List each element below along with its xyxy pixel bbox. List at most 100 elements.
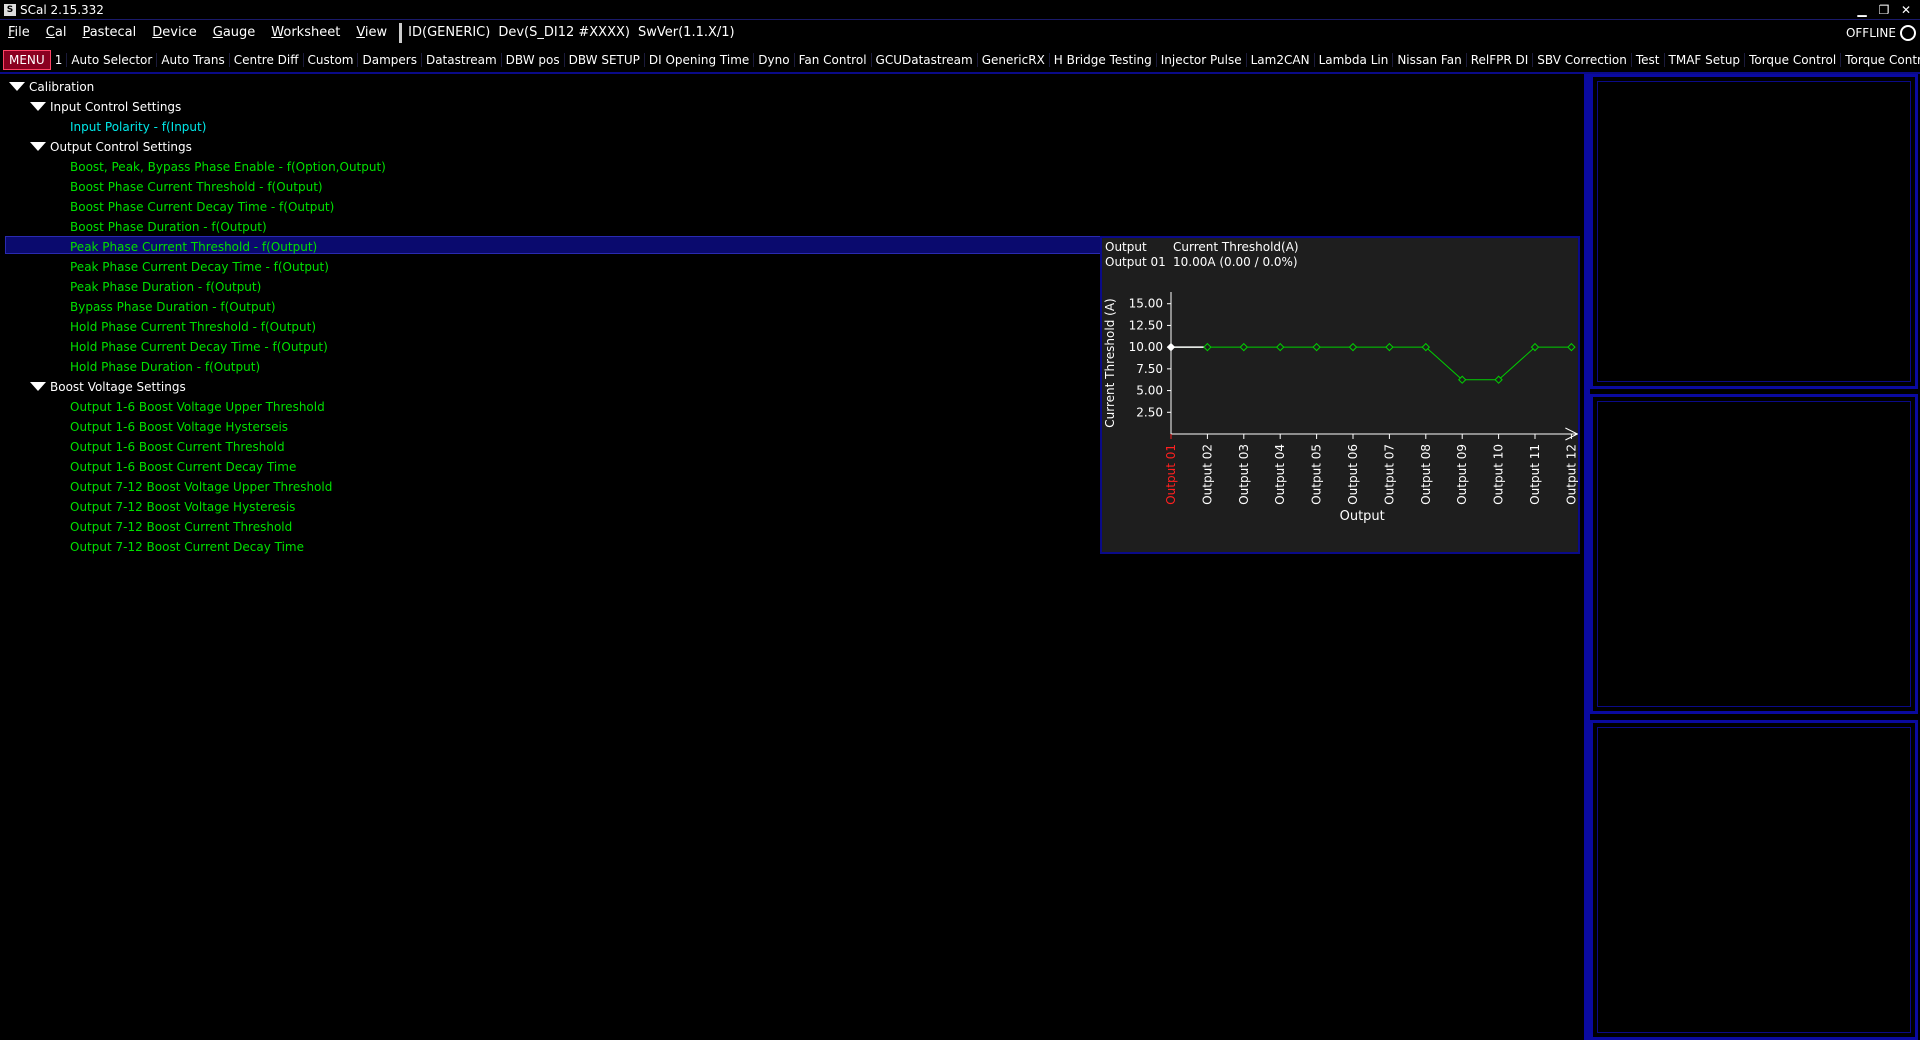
data-point	[1567, 342, 1576, 352]
tree-item[interactable]: Output 1-6 Boost Current Decay Time	[70, 458, 296, 476]
current-threshold-chart[interactable]: 2.50 5.00 7.50 10.00 12.50 15.00 Current Thres…	[1102, 238, 1578, 552]
window-title: SCal 2.15.332	[20, 2, 104, 17]
tab-item[interactable]: Dyno	[754, 53, 795, 67]
tree-item[interactable]: Output 1-6 Boost Voltage Upper Threshold	[70, 398, 325, 416]
tab-item[interactable]: Auto Selector	[67, 53, 158, 67]
menu-file[interactable]: File	[0, 25, 38, 40]
tab-item[interactable]: Fan Control	[795, 53, 872, 67]
y-tick-label: 12.50	[1129, 318, 1163, 332]
x-tick-label: Output 05	[1310, 444, 1324, 505]
x-tick-label: Output 12	[1564, 444, 1578, 505]
data-point	[1239, 342, 1249, 352]
tree-item[interactable]: Output 7-12 Boost Voltage Upper Threshol…	[70, 478, 332, 496]
tab-item[interactable]: Test	[1632, 53, 1665, 67]
x-tick-label: Output 09	[1455, 444, 1469, 505]
tree-item[interactable]: Output 7-12 Boost Voltage Hysteresis	[70, 498, 295, 516]
tab-item[interactable]: Auto Trans	[157, 53, 230, 67]
restore-icon[interactable]: ❐	[1878, 3, 1890, 17]
tab-item[interactable]: Torque Control NEW	[1841, 53, 1920, 67]
expand-triangle-icon[interactable]	[30, 382, 46, 391]
tree-group-output-control[interactable]: Output Control Settings	[50, 138, 192, 156]
tab-item[interactable]: GCUDatastream	[872, 53, 978, 67]
menu-bar: File Cal Pastecal Device Gauge Worksheet…	[0, 20, 1920, 45]
menu-device[interactable]: Device	[144, 25, 204, 40]
right-panel-top[interactable]	[1590, 74, 1918, 389]
y-axis-label: Current Threshold (A)	[1103, 298, 1117, 427]
menu-gauge[interactable]: Gauge	[205, 25, 264, 40]
tab-item[interactable]: Torque Control	[1745, 53, 1842, 67]
worksheet-tabs: MENU 1 Auto Selector Auto Trans Centre Diff…	[0, 48, 1920, 74]
tree-group-boost-voltage[interactable]: Boost Voltage Settings	[50, 378, 186, 396]
y-tick-label: 2.50	[1136, 405, 1163, 419]
menu-separator	[399, 22, 403, 43]
tab-item[interactable]: Lam2CAN	[1247, 53, 1315, 67]
tab-item[interactable]: DBW SETUP	[565, 53, 645, 67]
tab-item[interactable]: Datastream	[422, 53, 502, 67]
tab-item[interactable]: SBV Correction	[1533, 53, 1632, 67]
tree-item[interactable]: Output 1-6 Boost Voltage Hysterseis	[70, 418, 288, 436]
tree-item[interactable]: Output 7-12 Boost Current Threshold	[70, 518, 292, 536]
y-tick-label: 10.00	[1129, 340, 1163, 354]
tab-item[interactable]: TMAF Setup	[1665, 53, 1746, 67]
menu-view[interactable]: View	[348, 25, 395, 40]
tree-item[interactable]: Peak Phase Duration - f(Output)	[70, 278, 261, 296]
expand-triangle-icon[interactable]	[30, 102, 46, 111]
device-dev: Dev(S_DI12 #XXXX)	[498, 25, 630, 40]
close-icon[interactable]: ✕	[1900, 3, 1912, 17]
tab-item[interactable]: Nissan Fan	[1393, 53, 1467, 67]
expand-triangle-icon[interactable]	[9, 82, 25, 91]
tree-item[interactable]: Output 1-6 Boost Current Threshold	[70, 438, 285, 456]
tree-group-input-control[interactable]: Input Control Settings	[50, 98, 181, 116]
tree-item[interactable]: Hold Phase Duration - f(Output)	[70, 358, 260, 376]
x-tick-label: Output 02	[1200, 444, 1214, 505]
connection-status[interactable]: OFFLINE	[1845, 24, 1916, 41]
y-tick-label: 7.50	[1136, 362, 1163, 376]
x-axis-label: Output	[1340, 509, 1385, 524]
minimize-icon[interactable]: ▁	[1856, 3, 1868, 17]
tree-item[interactable]: Peak Phase Current Threshold - f(Output)	[70, 238, 317, 256]
series-line	[1171, 346, 1572, 381]
right-panel-bottom[interactable]	[1590, 720, 1918, 1040]
menu-pastecal[interactable]: Pastecal	[74, 25, 144, 40]
menu-cal[interactable]: Cal	[38, 25, 75, 40]
tab-item[interactable]: 1	[51, 53, 68, 67]
expand-triangle-icon[interactable]	[30, 142, 46, 151]
tree-item[interactable]: Bypass Phase Duration - f(Output)	[70, 298, 276, 316]
tree-item[interactable]: Hold Phase Current Decay Time - f(Output…	[70, 338, 328, 356]
tab-item[interactable]: Centre Diff	[230, 53, 304, 67]
tree-item[interactable]: Boost Phase Current Decay Time - f(Outpu…	[70, 198, 334, 216]
chart-panel: Output Current Threshold(A) Output 01 10.0…	[1100, 236, 1580, 554]
tab-item[interactable]: DI Opening Time	[645, 53, 755, 67]
app-icon: S	[4, 3, 16, 16]
tree-item[interactable]: Input Polarity - f(Input)	[70, 118, 206, 136]
right-panel-middle[interactable]	[1590, 394, 1918, 714]
x-tick-label: Output 04	[1273, 444, 1287, 505]
data-point	[1312, 342, 1321, 352]
tab-item[interactable]: RelFPR DI	[1467, 53, 1534, 67]
status-label: OFFLINE	[1845, 25, 1896, 40]
x-tick-label: Output 07	[1382, 444, 1396, 505]
tab-item[interactable]: Dampers	[358, 53, 422, 67]
menu-worksheet[interactable]: Worksheet	[263, 25, 348, 40]
title-bar: S SCal 2.15.332 ▁ ❐ ✕	[0, 0, 1920, 20]
tab-menu[interactable]: MENU	[3, 50, 51, 70]
data-point	[1348, 342, 1358, 352]
tab-item[interactable]: DBW pos	[502, 53, 565, 67]
tree-item[interactable]: Boost Phase Duration - f(Output)	[70, 218, 267, 236]
tree-item[interactable]: Peak Phase Current Decay Time - f(Output…	[70, 258, 329, 276]
x-tick-label: Output 03	[1237, 444, 1251, 505]
tab-item[interactable]: GenericRX	[978, 53, 1050, 67]
tree-item[interactable]: Hold Phase Current Threshold - f(Output)	[70, 318, 316, 336]
tree-root-calibration[interactable]: Calibration	[29, 78, 94, 96]
y-tick-label: 5.00	[1136, 384, 1163, 398]
tree-item[interactable]: Boost, Peak, Bypass Phase Enable - f(Opt…	[70, 158, 386, 176]
tree-item[interactable]: Boost Phase Current Threshold - f(Output…	[70, 178, 323, 196]
x-tick-label: Output 11	[1528, 444, 1542, 505]
tree-item[interactable]: Output 7-12 Boost Current Decay Time	[70, 538, 304, 556]
tab-item[interactable]: Injector Pulse	[1157, 53, 1247, 67]
y-tick-label: 15.00	[1129, 297, 1163, 311]
x-tick-label: Output 08	[1419, 444, 1433, 505]
tab-item[interactable]: H Bridge Testing	[1050, 53, 1157, 67]
tab-item[interactable]: Lambda Lin	[1315, 53, 1394, 67]
tab-item[interactable]: Custom	[304, 53, 359, 67]
